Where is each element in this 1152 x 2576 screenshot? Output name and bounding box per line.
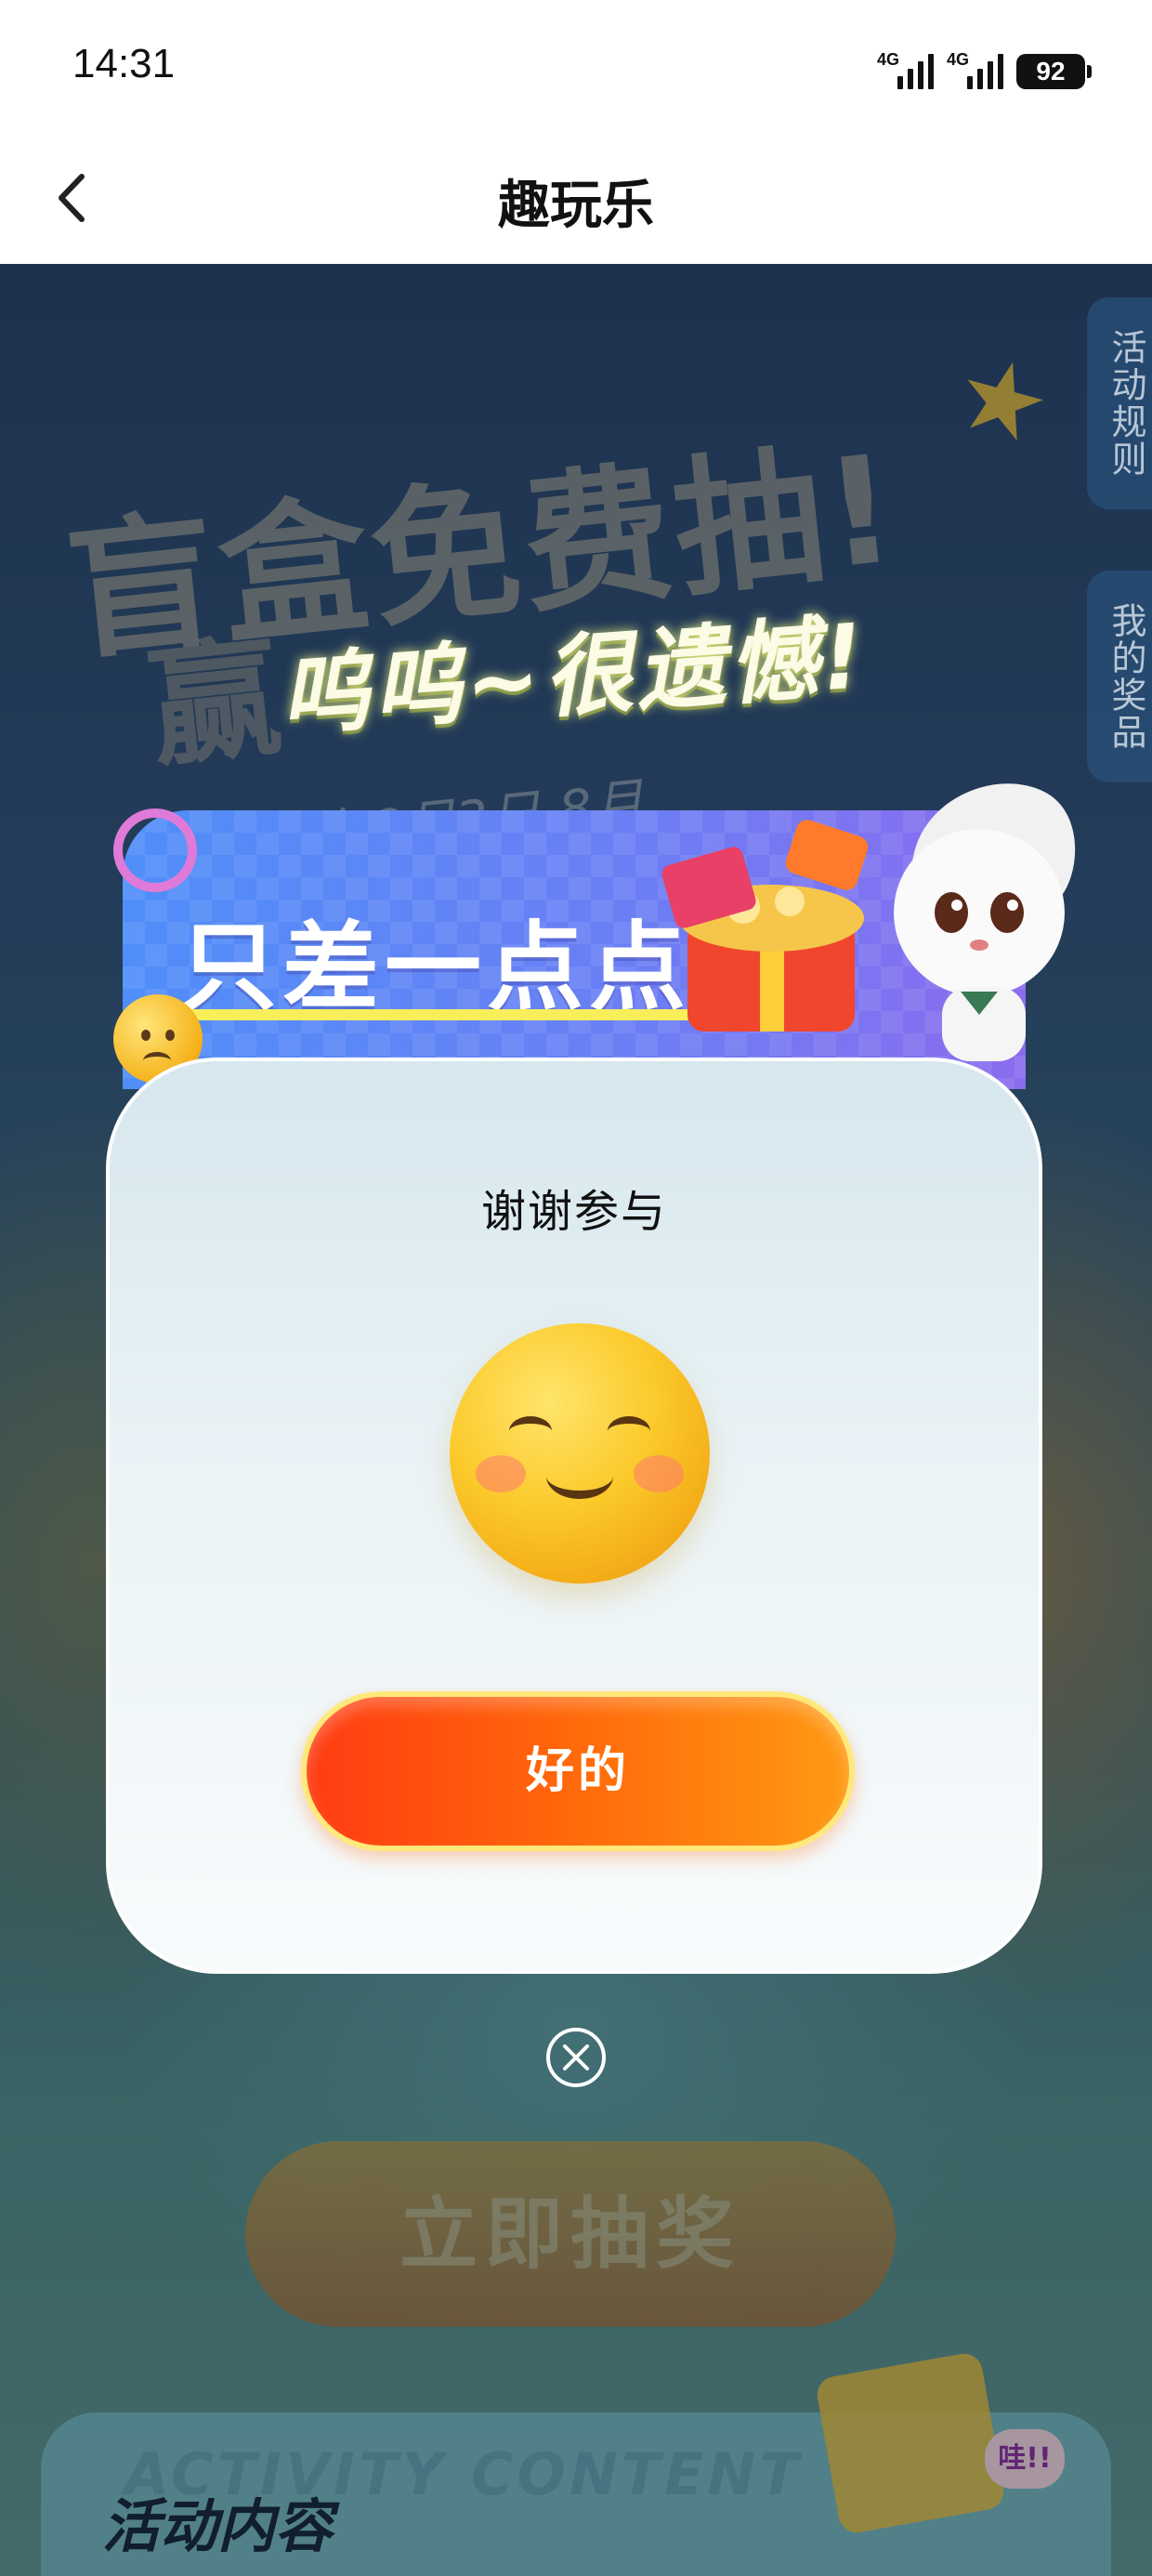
app-header: 趣玩乐 [0, 138, 1152, 264]
banner-text: 只差一点点 [180, 911, 692, 1024]
battery-icon: 92 [1016, 54, 1092, 89]
status-time: 14:31 [72, 41, 176, 86]
banner-underline [180, 1009, 710, 1020]
close-icon[interactable] [544, 2026, 608, 2089]
ring-icon [113, 808, 197, 892]
signal-icon-2: 4G [947, 50, 1003, 89]
network-type-1: 4G [877, 50, 900, 69]
network-type-2: 4G [947, 50, 970, 69]
gift-box-illustration-icon [661, 820, 869, 1032]
result-dialog: 谢谢参与 好的 [106, 1058, 1042, 1974]
dialog-title: 谢谢参与 [480, 1186, 667, 1238]
ok-button[interactable]: 好的 [301, 1691, 855, 1851]
status-icons: 4G 4G 92 [877, 43, 1092, 89]
signal-icon-1: 4G [877, 50, 934, 89]
mascot-icon [894, 783, 1076, 1061]
rules-tab[interactable]: 活动规则 [1087, 297, 1152, 509]
status-bar: 14:31 4G 4G 92 [0, 0, 1152, 138]
my-prizes-tab[interactable]: 我的奖品 [1087, 571, 1152, 782]
page-title: 趣玩乐 [498, 176, 654, 236]
smile-emoji-icon [450, 1323, 710, 1584]
